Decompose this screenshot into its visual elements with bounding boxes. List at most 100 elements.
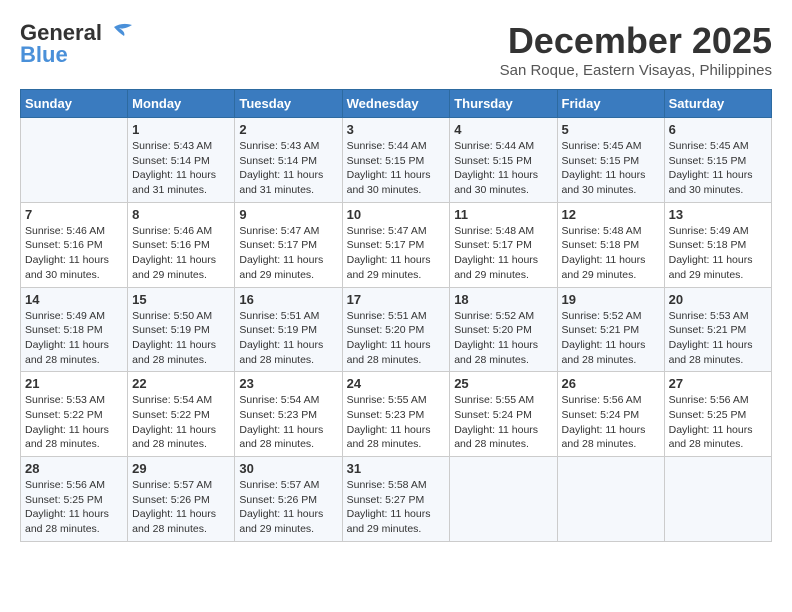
calendar-cell: 11 Sunrise: 5:48 AM Sunset: 5:17 PM Dayli…	[450, 202, 557, 287]
calendar-cell: 7 Sunrise: 5:46 AM Sunset: 5:16 PM Daylig…	[21, 202, 128, 287]
day-number: 26	[562, 376, 660, 391]
day-info: Sunrise: 5:55 AM Sunset: 5:23 PM Dayligh…	[347, 393, 446, 452]
day-number: 5	[562, 122, 660, 137]
day-number: 22	[132, 376, 230, 391]
day-info: Sunrise: 5:46 AM Sunset: 5:16 PM Dayligh…	[25, 224, 123, 283]
calendar-cell: 13 Sunrise: 5:49 AM Sunset: 5:18 PM Dayli…	[664, 202, 771, 287]
day-number: 1	[132, 122, 230, 137]
day-info: Sunrise: 5:51 AM Sunset: 5:20 PM Dayligh…	[347, 309, 446, 368]
calendar-cell: 2 Sunrise: 5:43 AM Sunset: 5:14 PM Daylig…	[235, 118, 342, 203]
calendar-cell: 14 Sunrise: 5:49 AM Sunset: 5:18 PM Dayli…	[21, 287, 128, 372]
calendar-table: SundayMondayTuesdayWednesdayThursdayFrid…	[20, 89, 772, 542]
calendar-cell: 12 Sunrise: 5:48 AM Sunset: 5:18 PM Dayli…	[557, 202, 664, 287]
calendar-cell: 24 Sunrise: 5:55 AM Sunset: 5:23 PM Dayli…	[342, 372, 450, 457]
day-number: 23	[239, 376, 337, 391]
day-info: Sunrise: 5:47 AM Sunset: 5:17 PM Dayligh…	[347, 224, 446, 283]
calendar-week-1: 1 Sunrise: 5:43 AM Sunset: 5:14 PM Daylig…	[21, 118, 772, 203]
calendar-cell: 23 Sunrise: 5:54 AM Sunset: 5:23 PM Dayli…	[235, 372, 342, 457]
day-info: Sunrise: 5:57 AM Sunset: 5:26 PM Dayligh…	[132, 478, 230, 537]
calendar-cell	[21, 118, 128, 203]
weekday-header-monday: Monday	[128, 90, 235, 118]
calendar-cell	[557, 457, 664, 542]
day-number: 27	[669, 376, 767, 391]
calendar-cell: 25Sunrise: 5:55 AM Sunset: 5:24 PM Dayli…	[450, 372, 557, 457]
calendar-cell	[450, 457, 557, 542]
day-number: 31	[347, 461, 446, 476]
calendar-cell: 28Sunrise: 5:56 AM Sunset: 5:25 PM Dayli…	[21, 457, 128, 542]
calendar-cell: 20Sunrise: 5:53 AM Sunset: 5:21 PM Dayli…	[664, 287, 771, 372]
day-info: Sunrise: 5:51 AM Sunset: 5:19 PM Dayligh…	[239, 309, 337, 368]
day-number: 30	[239, 461, 337, 476]
day-info: Sunrise: 5:58 AM Sunset: 5:27 PM Dayligh…	[347, 478, 446, 537]
calendar-cell: 3Sunrise: 5:44 AM Sunset: 5:15 PM Daylig…	[342, 118, 450, 203]
calendar-cell: 29 Sunrise: 5:57 AM Sunset: 5:26 PM Dayli…	[128, 457, 235, 542]
calendar-cell: 21 Sunrise: 5:53 AM Sunset: 5:22 PM Dayli…	[21, 372, 128, 457]
calendar-week-5: 28Sunrise: 5:56 AM Sunset: 5:25 PM Dayli…	[21, 457, 772, 542]
day-info: Sunrise: 5:45 AM Sunset: 5:15 PM Dayligh…	[562, 139, 660, 198]
day-info: Sunrise: 5:56 AM Sunset: 5:25 PM Dayligh…	[25, 478, 123, 537]
day-info: Sunrise: 5:56 AM Sunset: 5:25 PM Dayligh…	[669, 393, 767, 452]
month-title: December 2025	[500, 20, 772, 62]
day-info: Sunrise: 5:50 AM Sunset: 5:19 PM Dayligh…	[132, 309, 230, 368]
calendar-cell: 31 Sunrise: 5:58 AM Sunset: 5:27 PM Dayli…	[342, 457, 450, 542]
day-number: 2	[239, 122, 337, 137]
calendar-cell: 27 Sunrise: 5:56 AM Sunset: 5:25 PM Dayli…	[664, 372, 771, 457]
day-number: 17	[347, 292, 446, 307]
day-number: 14	[25, 292, 123, 307]
day-number: 10	[347, 207, 446, 222]
calendar-cell: 4 Sunrise: 5:44 AM Sunset: 5:15 PM Daylig…	[450, 118, 557, 203]
day-number: 18	[454, 292, 552, 307]
day-info: Sunrise: 5:44 AM Sunset: 5:15 PM Dayligh…	[454, 139, 552, 198]
day-info: Sunrise: 5:44 AM Sunset: 5:15 PM Dayligh…	[347, 139, 446, 198]
calendar-cell: 15 Sunrise: 5:50 AM Sunset: 5:19 PM Dayli…	[128, 287, 235, 372]
day-info: Sunrise: 5:52 AM Sunset: 5:21 PM Dayligh…	[562, 309, 660, 368]
calendar-cell: 17 Sunrise: 5:51 AM Sunset: 5:20 PM Dayli…	[342, 287, 450, 372]
day-info: Sunrise: 5:57 AM Sunset: 5:26 PM Dayligh…	[239, 478, 337, 537]
calendar-cell: 19 Sunrise: 5:52 AM Sunset: 5:21 PM Dayli…	[557, 287, 664, 372]
calendar-header-row: SundayMondayTuesdayWednesdayThursdayFrid…	[21, 90, 772, 118]
day-number: 29	[132, 461, 230, 476]
weekday-header-friday: Friday	[557, 90, 664, 118]
day-info: Sunrise: 5:49 AM Sunset: 5:18 PM Dayligh…	[25, 309, 123, 368]
day-info: Sunrise: 5:49 AM Sunset: 5:18 PM Dayligh…	[669, 224, 767, 283]
day-number: 11	[454, 207, 552, 222]
location: San Roque, Eastern Visayas, Philippines	[500, 62, 772, 79]
title-section: December 2025 San Roque, Eastern Visayas…	[500, 20, 772, 79]
calendar-week-4: 21 Sunrise: 5:53 AM Sunset: 5:22 PM Dayli…	[21, 372, 772, 457]
weekday-header-saturday: Saturday	[664, 90, 771, 118]
calendar-cell: 18 Sunrise: 5:52 AM Sunset: 5:20 PM Dayli…	[450, 287, 557, 372]
calendar-cell: 6Sunrise: 5:45 AM Sunset: 5:15 PM Daylig…	[664, 118, 771, 203]
day-number: 15	[132, 292, 230, 307]
day-info: Sunrise: 5:48 AM Sunset: 5:18 PM Dayligh…	[562, 224, 660, 283]
calendar-cell	[664, 457, 771, 542]
day-number: 20	[669, 292, 767, 307]
day-info: Sunrise: 5:48 AM Sunset: 5:17 PM Dayligh…	[454, 224, 552, 283]
day-number: 9	[239, 207, 337, 222]
day-number: 6	[669, 122, 767, 137]
day-number: 24	[347, 376, 446, 391]
day-number: 16	[239, 292, 337, 307]
day-number: 19	[562, 292, 660, 307]
day-info: Sunrise: 5:52 AM Sunset: 5:20 PM Dayligh…	[454, 309, 552, 368]
day-number: 25	[454, 376, 552, 391]
logo-bird-icon	[104, 22, 134, 44]
day-info: Sunrise: 5:43 AM Sunset: 5:14 PM Dayligh…	[239, 139, 337, 198]
calendar-week-2: 7 Sunrise: 5:46 AM Sunset: 5:16 PM Daylig…	[21, 202, 772, 287]
calendar-cell: 10 Sunrise: 5:47 AM Sunset: 5:17 PM Dayli…	[342, 202, 450, 287]
day-info: Sunrise: 5:54 AM Sunset: 5:23 PM Dayligh…	[239, 393, 337, 452]
calendar-cell: 8Sunrise: 5:46 AM Sunset: 5:16 PM Daylig…	[128, 202, 235, 287]
calendar-cell: 5 Sunrise: 5:45 AM Sunset: 5:15 PM Daylig…	[557, 118, 664, 203]
day-info: Sunrise: 5:54 AM Sunset: 5:22 PM Dayligh…	[132, 393, 230, 452]
logo: General Blue	[20, 20, 134, 68]
calendar-cell: 26Sunrise: 5:56 AM Sunset: 5:24 PM Dayli…	[557, 372, 664, 457]
day-info: Sunrise: 5:53 AM Sunset: 5:22 PM Dayligh…	[25, 393, 123, 452]
day-number: 7	[25, 207, 123, 222]
calendar-cell: 1Sunrise: 5:43 AM Sunset: 5:14 PM Daylig…	[128, 118, 235, 203]
calendar-week-3: 14 Sunrise: 5:49 AM Sunset: 5:18 PM Dayli…	[21, 287, 772, 372]
day-number: 13	[669, 207, 767, 222]
day-info: Sunrise: 5:47 AM Sunset: 5:17 PM Dayligh…	[239, 224, 337, 283]
day-number: 12	[562, 207, 660, 222]
day-number: 8	[132, 207, 230, 222]
day-number: 21	[25, 376, 123, 391]
day-number: 4	[454, 122, 552, 137]
